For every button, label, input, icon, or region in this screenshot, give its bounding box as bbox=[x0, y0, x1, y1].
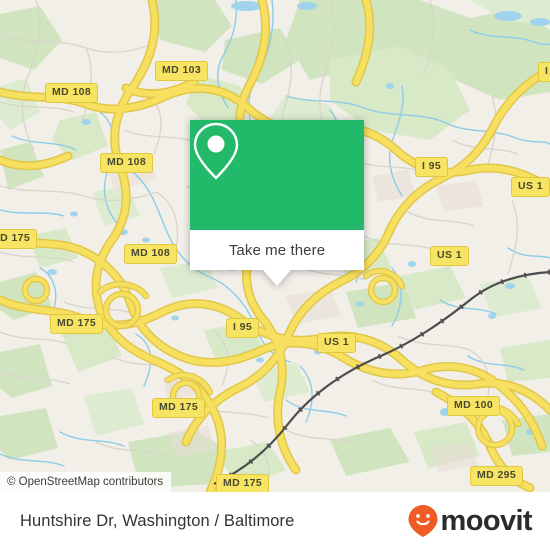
popup-action-bar[interactable]: Take me there bbox=[190, 230, 364, 270]
map-canvas[interactable]: MD 103 MD 108 MD 108 MD 108 MD 175 MD 17… bbox=[0, 0, 550, 492]
road-shield: I 95 bbox=[226, 318, 260, 338]
take-me-there-label: Take me there bbox=[228, 241, 326, 259]
moovit-brand[interactable]: moovit bbox=[407, 504, 533, 538]
road-shield: MD 175 bbox=[0, 229, 38, 249]
road-shield: MD 175 bbox=[216, 474, 270, 492]
road-shield: MD 175 bbox=[50, 314, 104, 334]
road-shield: MD 108 bbox=[45, 83, 99, 103]
moovit-map-screen: MD 103 MD 108 MD 108 MD 108 MD 175 MD 17… bbox=[0, 0, 550, 550]
location-pin-icon bbox=[193, 122, 239, 180]
popup-pointer bbox=[263, 270, 291, 286]
road-shield: MD 103 bbox=[155, 61, 209, 81]
road-shield: US 1 bbox=[511, 177, 550, 197]
moovit-pin-smiley-icon bbox=[408, 505, 438, 537]
road-shield: I 95 bbox=[538, 62, 550, 82]
take-me-there-popup[interactable]: Take me there bbox=[190, 120, 364, 286]
road-shield: US 1 bbox=[430, 246, 469, 266]
road-shield: MD 100 bbox=[447, 396, 501, 416]
map-attribution[interactable]: © OpenStreetMap contributors bbox=[0, 472, 172, 492]
road-shield: MD 108 bbox=[124, 244, 178, 264]
place-name-label: Huntshire Dr, Washington / Baltimore bbox=[20, 511, 295, 530]
bottom-info-bar: Huntshire Dr, Washington / Baltimore moo… bbox=[0, 492, 550, 550]
road-shield: MD 175 bbox=[152, 398, 206, 418]
road-shield: MD 108 bbox=[100, 153, 154, 173]
moovit-wordmark: moovit bbox=[440, 504, 533, 537]
road-shield: US 1 bbox=[317, 333, 356, 353]
popup-pin-area bbox=[190, 120, 364, 230]
road-shield: MD 295 bbox=[470, 466, 524, 486]
road-shield: I 95 bbox=[415, 157, 449, 177]
